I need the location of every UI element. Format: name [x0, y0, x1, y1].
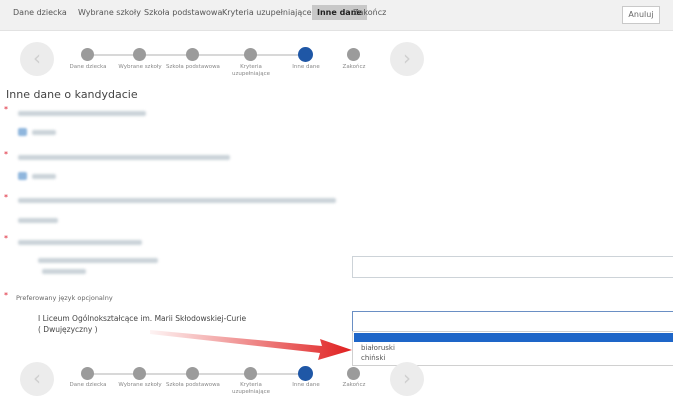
- tab-kryteria[interactable]: Kryteria uzupełniające: [222, 8, 312, 17]
- step-dot[interactable]: [133, 48, 146, 61]
- blurred-text-field[interactable]: [352, 256, 673, 278]
- option-chinski[interactable]: chiński: [361, 354, 385, 362]
- next-step-button[interactable]: ›: [390, 42, 424, 76]
- option-bialoruski[interactable]: białoruski: [361, 344, 395, 352]
- blurred-school-name: [38, 258, 158, 263]
- chevron-right-icon: ›: [403, 46, 411, 70]
- step-dot-active[interactable]: [298, 366, 313, 381]
- step-label: Dane dziecka: [69, 382, 107, 388]
- next-step-button-bottom[interactable]: ›: [390, 362, 424, 396]
- step-dot[interactable]: [244, 367, 257, 380]
- blurred-question: [18, 155, 230, 160]
- language-options-list: białoruski chiński: [352, 331, 673, 366]
- cancel-button[interactable]: Anuluj: [622, 6, 660, 24]
- step-dot[interactable]: [133, 367, 146, 380]
- step-dot[interactable]: [347, 48, 360, 61]
- step-dot[interactable]: [186, 48, 199, 61]
- prev-step-button-bottom[interactable]: ‹: [20, 362, 54, 396]
- blurred-question: [18, 111, 146, 116]
- step-label: Zakończ: [342, 382, 366, 388]
- step-label: Wybrane szkoły: [118, 382, 162, 388]
- step-label: Kryteria uzupełniające: [232, 64, 270, 77]
- tab-dane-dziecka[interactable]: Dane dziecka: [13, 8, 67, 17]
- required-marker: *: [4, 193, 8, 202]
- chevron-left-icon: ‹: [33, 46, 41, 70]
- blurred-checkbox[interactable]: [18, 128, 27, 136]
- language-question-label: Preferowany język opcjonalny: [16, 294, 113, 302]
- blurred-option: [18, 218, 58, 223]
- step-dot[interactable]: [347, 367, 360, 380]
- blurred-school-type: [42, 269, 86, 274]
- step-dot-active[interactable]: [298, 47, 313, 62]
- prev-step-button[interactable]: ‹: [20, 42, 54, 76]
- required-marker: *: [4, 291, 8, 300]
- step-dot[interactable]: [244, 48, 257, 61]
- tab-wybrane-szkoly[interactable]: Wybrane szkoły: [78, 8, 141, 17]
- step-label: Zakończ: [342, 64, 366, 70]
- blurred-option: [32, 174, 56, 179]
- step-dot[interactable]: [186, 367, 199, 380]
- blurred-question: [18, 198, 336, 203]
- option-empty-highlighted[interactable]: [354, 333, 673, 342]
- section-title: Inne dane o kandydacie: [6, 88, 138, 101]
- step-dot[interactable]: [81, 367, 94, 380]
- red-arrow-annotation: [150, 330, 352, 360]
- tab-szkola-podstawowa[interactable]: Szkoła podstawowa: [144, 8, 222, 17]
- step-label: Kryteria uzupełniające: [232, 382, 270, 395]
- step-label: Wybrane szkoły: [118, 64, 162, 70]
- step-label: Szkoła podstawowa: [166, 382, 220, 388]
- step-label: Szkoła podstawowa: [166, 64, 220, 70]
- language-select[interactable]: [352, 311, 673, 333]
- step-dot[interactable]: [81, 48, 94, 61]
- blurred-question: [18, 240, 142, 245]
- chevron-left-icon: ‹: [33, 366, 41, 390]
- school-type: ( Dwujęzyczny ): [38, 325, 98, 334]
- chevron-right-icon: ›: [403, 366, 411, 390]
- required-marker: *: [4, 105, 8, 114]
- required-marker: *: [4, 150, 8, 159]
- blurred-option: [32, 130, 56, 135]
- tab-zakoncz[interactable]: Zakończ: [353, 8, 386, 17]
- required-marker: *: [4, 234, 8, 243]
- step-label: Dane dziecka: [69, 64, 107, 70]
- blurred-checkbox[interactable]: [18, 172, 27, 180]
